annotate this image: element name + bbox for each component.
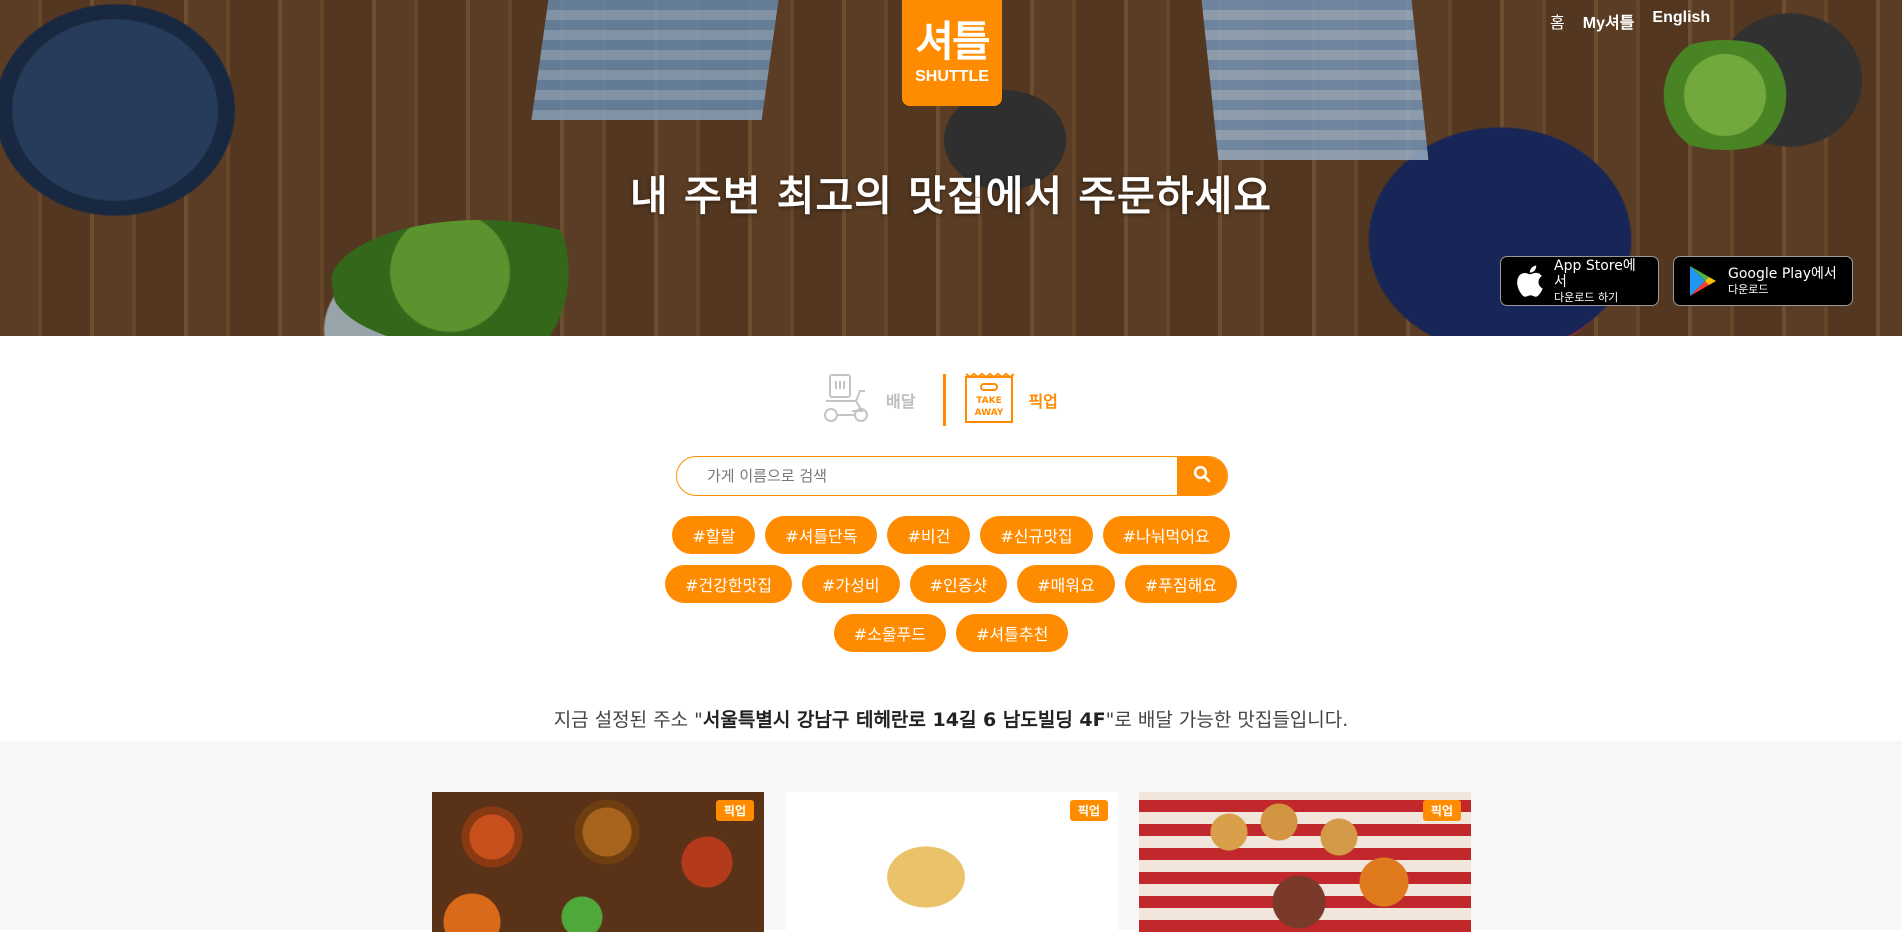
shuttle-logo[interactable]: 셔틀 SHUTTLE xyxy=(902,0,1002,106)
pickup-badge: 픽업 xyxy=(1422,800,1461,821)
app-store-button[interactable]: App Store에서 다운로드 하기 xyxy=(1500,256,1659,306)
tag-row: #할랄 #셔틀단독 #비건 #신규맛집 #나눠먹어요 xyxy=(0,516,1902,554)
tag-row: #소울푸드 #셔틀추천 xyxy=(0,614,1902,652)
tag-chip[interactable]: #건강한맛집 xyxy=(664,565,792,603)
tag-chip[interactable]: #가성비 xyxy=(801,565,900,603)
tag-chip[interactable]: #매워요 xyxy=(1017,565,1115,603)
search-input[interactable] xyxy=(677,457,1177,495)
nav-my-shuttle-link[interactable]: My셔틀 xyxy=(1583,9,1635,33)
app-store-text: App Store에서 다운로드 하기 xyxy=(1554,258,1646,305)
restaurant-card[interactable]: 픽업 xyxy=(1139,792,1471,932)
logo-korean: 셔틀 xyxy=(915,17,990,66)
tag-chip[interactable]: #인증샷 xyxy=(909,565,1008,603)
search-icon xyxy=(1193,465,1211,487)
hero-headline: 내 주변 최고의 맛집에서 주문하세요 xyxy=(630,172,1272,220)
tag-chip[interactable]: #푸짐해요 xyxy=(1124,565,1238,603)
nav-english-link[interactable]: English xyxy=(1652,9,1710,33)
address-suffix: "로 배달 가능한 맛집들입니다. xyxy=(1105,709,1349,731)
mode-pickup[interactable]: TAKE AWAY 픽업 xyxy=(964,372,1058,428)
mode-pickup-label: 픽업 xyxy=(1028,392,1058,411)
takeaway-bag-icon: TAKE AWAY xyxy=(964,372,1016,428)
google-play-text: Google Play에서 다운로드 xyxy=(1728,266,1837,296)
tag-chip[interactable]: #할랄 xyxy=(672,516,756,554)
address-prefix: 지금 설정된 주소 " xyxy=(553,709,703,731)
top-navigation: 홈 My셔틀 English xyxy=(1550,9,1710,33)
mode-delivery[interactable]: 배달 xyxy=(820,371,915,429)
apple-icon xyxy=(1513,264,1546,298)
mode-delivery-label: 배달 xyxy=(886,392,916,411)
address-value: 서울특별시 강남구 테헤란로 14길 6 남도빌딩 4F xyxy=(702,709,1106,731)
tag-chip[interactable]: #신규맛집 xyxy=(980,516,1093,554)
restaurant-card[interactable]: 픽업 xyxy=(432,792,764,932)
store-search-bar xyxy=(676,456,1228,496)
search-button[interactable] xyxy=(1177,457,1227,495)
google-play-icon xyxy=(1686,264,1720,298)
takeaway-icon-text-take: TAKE xyxy=(977,396,1003,406)
tag-chip[interactable]: #나눠먹어요 xyxy=(1102,516,1230,554)
order-mode-switch: 배달 TAKE AWAY 픽업 xyxy=(820,370,1058,430)
delivery-scooter-icon xyxy=(820,371,872,429)
google-play-line2: 다운로드 xyxy=(1728,282,1769,296)
restaurant-list: 픽업 픽업 픽업 xyxy=(0,741,1902,932)
pickup-badge: 픽업 xyxy=(715,800,754,821)
tag-row: #건강한맛집 #가성비 #인증샷 #매워요 #푸짐해요 xyxy=(0,565,1902,603)
tag-chip[interactable]: #비건 xyxy=(887,516,971,554)
app-store-line2: 다운로드 하기 xyxy=(1554,291,1619,305)
tag-chip[interactable]: #셔틀추천 xyxy=(956,614,1069,652)
takeaway-icon-text-away: AWAY xyxy=(975,408,1004,418)
logo-english: SHUTTLE xyxy=(915,68,989,85)
tag-chip[interactable]: #소울푸드 xyxy=(833,614,946,652)
app-store-line1: App Store에서 xyxy=(1554,257,1636,291)
delivery-address-notice: 지금 설정된 주소 "서울특별시 강남구 테헤란로 14길 6 남도빌딩 4F"… xyxy=(0,705,1902,732)
mode-divider xyxy=(943,374,947,426)
restaurant-card[interactable]: 픽업 xyxy=(786,792,1118,932)
pickup-badge: 픽업 xyxy=(1069,800,1108,821)
hero-banner: 셔틀 SHUTTLE 홈 My셔틀 English 내 주변 최고의 맛집에서 … xyxy=(0,0,1902,336)
google-play-button[interactable]: Google Play에서 다운로드 xyxy=(1673,256,1853,306)
tag-chip[interactable]: #셔틀단독 xyxy=(765,516,878,554)
nav-home-link[interactable]: 홈 xyxy=(1550,9,1565,33)
google-play-line1: Google Play에서 xyxy=(1728,266,1837,282)
hashtag-filter-list: #할랄 #셔틀단독 #비건 #신규맛집 #나눠먹어요 #건강한맛집 #가성비 #… xyxy=(0,516,1902,663)
